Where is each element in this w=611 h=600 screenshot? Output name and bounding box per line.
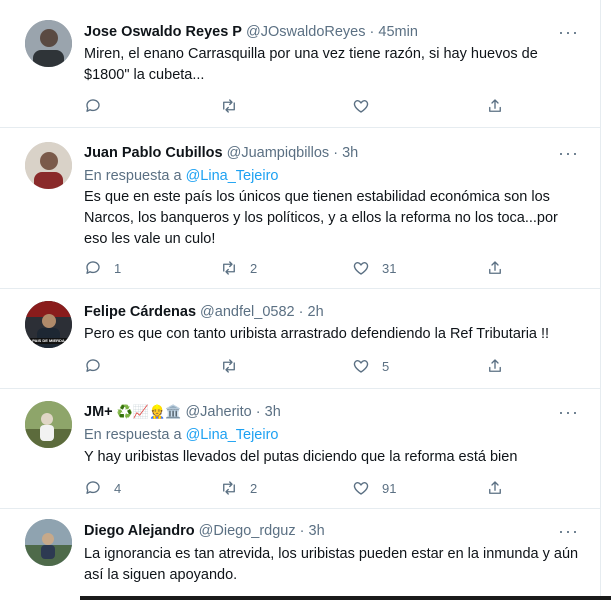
- retweet-button[interactable]: 2: [220, 259, 257, 277]
- tweet-time[interactable]: 3h: [265, 404, 281, 420]
- tweet-header: Juan Pablo Cubillos @Juampiqbillos · 3h: [84, 144, 358, 162]
- more-options-icon[interactable]: ···: [558, 23, 579, 41]
- tweet-header: Felipe Cárdenas @andfel_0582 · 2h: [84, 303, 324, 321]
- author-name[interactable]: Diego Alejandro: [84, 523, 195, 539]
- reply-count: 4: [114, 480, 122, 496]
- like-button[interactable]: [352, 97, 382, 115]
- name-emoji: ♻️📈👷🏛️: [116, 404, 182, 419]
- reply-button[interactable]: 1: [84, 259, 121, 277]
- reply-button[interactable]: [84, 357, 114, 375]
- retweet-count: 2: [250, 260, 258, 276]
- author-handle[interactable]: @Juampiqbillos: [227, 145, 330, 161]
- retweet-icon: [223, 99, 235, 113]
- retweet-icon: [223, 359, 235, 373]
- avatar[interactable]: PAIS DE MIERDA: [25, 301, 72, 348]
- separator-dot: ·: [369, 24, 375, 40]
- tweet-header: JM+ ♻️📈👷🏛️ @Jaherito · 3h: [84, 403, 281, 421]
- separator-dot: ·: [299, 523, 305, 539]
- share-button[interactable]: [486, 479, 504, 497]
- author-handle[interactable]: @JOswaldoReyes: [246, 24, 365, 40]
- share-icon: [489, 359, 501, 372]
- heart-icon: [353, 100, 369, 113]
- retweet-icon: [223, 481, 235, 495]
- tweet-actions: 5: [84, 357, 514, 377]
- author-handle[interactable]: @Jaherito: [185, 404, 251, 420]
- tweet-text: Y hay uribistas llevados del putas dicie…: [84, 449, 518, 465]
- separator-dot: ·: [333, 145, 339, 161]
- heart-icon: [353, 262, 369, 275]
- avatar[interactable]: [25, 401, 72, 448]
- reply-prefix: En respuesta a: [84, 427, 182, 443]
- like-count: 91: [382, 480, 397, 496]
- like-button[interactable]: 5: [352, 357, 389, 375]
- tweet-feed: Jose Oswaldo Reyes P @JOswaldoReyes · 45…: [0, 0, 601, 600]
- tweet[interactable]: Diego Alejandro @Diego_rdguz · 3h ··· La…: [0, 509, 601, 600]
- share-button[interactable]: [486, 357, 504, 375]
- retweet-button[interactable]: [220, 97, 250, 115]
- author-handle[interactable]: @andfel_0582: [200, 304, 295, 320]
- bottom-edge-bar: [80, 596, 611, 600]
- more-options-icon[interactable]: ···: [558, 144, 579, 162]
- reply-button[interactable]: 4: [84, 479, 121, 497]
- reply-prefix: En respuesta a: [84, 168, 182, 184]
- separator-dot: ·: [298, 304, 304, 320]
- reply-icon: [86, 359, 100, 372]
- retweet-button[interactable]: 2: [220, 479, 257, 497]
- tweet-time[interactable]: 45min: [378, 24, 418, 40]
- heart-icon: [353, 482, 369, 495]
- retweet-count: 2: [250, 480, 258, 496]
- more-options-icon[interactable]: ···: [558, 403, 579, 421]
- tweet-text: Miren, el enano Carrasquilla por una vez…: [84, 46, 538, 83]
- share-icon: [489, 99, 501, 112]
- author-handle[interactable]: @Diego_rdguz: [199, 523, 296, 539]
- avatar[interactable]: [25, 142, 72, 189]
- tweet-time[interactable]: 3h: [342, 145, 358, 161]
- tweet-time[interactable]: 3h: [309, 523, 325, 539]
- retweet-button[interactable]: [220, 357, 250, 375]
- heart-icon: [353, 360, 369, 373]
- author-name[interactable]: Jose Oswaldo Reyes P: [84, 24, 242, 40]
- tweet-time[interactable]: 2h: [308, 304, 324, 320]
- like-count: 5: [382, 358, 390, 374]
- share-icon: [489, 481, 501, 494]
- tweet-actions: 1 2 31: [84, 259, 514, 279]
- reply-icon: [86, 481, 100, 494]
- tweet-text: Pero es que con tanto uribista arrastrad…: [84, 326, 550, 342]
- avatar[interactable]: [25, 519, 72, 566]
- tweet-text: La ignorancia es tan atrevida, los uribi…: [84, 546, 579, 583]
- tweet-header: Jose Oswaldo Reyes P @JOswaldoReyes · 45…: [84, 23, 418, 41]
- tweet[interactable]: PAIS DE MIERDA Felipe Cárdenas @andfel_0…: [0, 289, 601, 389]
- author-name[interactable]: Juan Pablo Cubillos: [84, 145, 223, 161]
- tweet[interactable]: Juan Pablo Cubillos @Juampiqbillos · 3h …: [0, 128, 601, 289]
- avatar-caption: PAIS DE MIERDA: [32, 338, 65, 343]
- author-name[interactable]: Felipe Cárdenas: [84, 304, 196, 320]
- reply-context: En respuesta a @Lina_Tejeiro: [84, 167, 279, 185]
- like-button[interactable]: 91: [352, 479, 396, 497]
- share-button[interactable]: [486, 259, 504, 277]
- retweet-icon: [223, 261, 235, 275]
- reply-count: 1: [114, 260, 122, 276]
- like-count: 31: [382, 260, 397, 276]
- like-button[interactable]: 31: [352, 259, 396, 277]
- tweet-actions: [84, 97, 514, 117]
- reply-mention-link[interactable]: @Lina_Tejeiro: [186, 168, 279, 184]
- tweet[interactable]: JM+ ♻️📈👷🏛️ @Jaherito · 3h ··· En respues…: [0, 389, 601, 509]
- separator-dot: ·: [255, 404, 261, 420]
- share-button[interactable]: [486, 97, 504, 115]
- tweet-header: Diego Alejandro @Diego_rdguz · 3h: [84, 522, 325, 540]
- share-icon: [489, 261, 501, 274]
- reply-context: En respuesta a @Lina_Tejeiro: [84, 426, 279, 444]
- reply-mention-link[interactable]: @Lina_Tejeiro: [186, 427, 279, 443]
- tweet[interactable]: Jose Oswaldo Reyes P @JOswaldoReyes · 45…: [0, 0, 601, 128]
- reply-button[interactable]: [84, 97, 114, 115]
- reply-icon: [86, 99, 100, 112]
- author-name[interactable]: JM+: [84, 404, 113, 420]
- tweet-actions: 4 2 91: [84, 479, 514, 499]
- reply-icon: [86, 261, 100, 274]
- tweet-text: Es que en este país los únicos que tiene…: [84, 189, 558, 247]
- avatar[interactable]: [25, 20, 72, 67]
- more-options-icon[interactable]: ···: [558, 522, 579, 540]
